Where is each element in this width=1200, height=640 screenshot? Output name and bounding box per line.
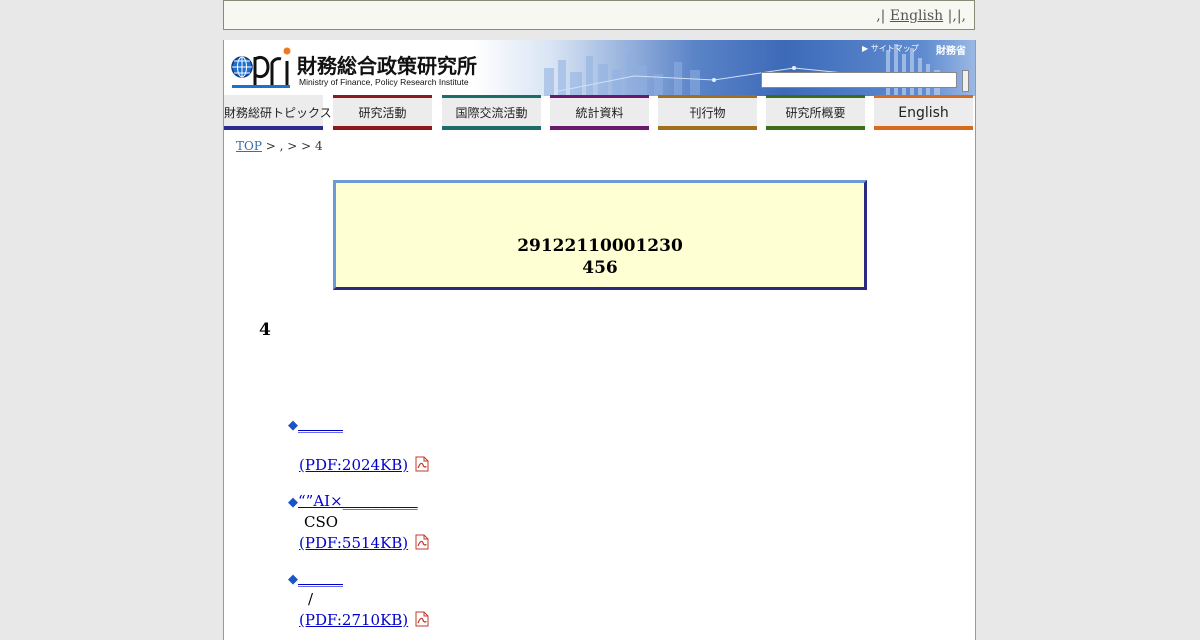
nav-item-bottom-bar <box>224 126 323 130</box>
list-item: ◆“”AI×__________ <box>288 492 418 510</box>
nav-item-label: 国際交流活動 <box>455 106 528 120</box>
notice-line-1: 29122110001230 <box>517 236 683 256</box>
diamond-bullet-icon: ◆ <box>288 495 298 510</box>
logo-japanese-text: 財務総合政策研究所 <box>297 54 477 78</box>
english-link[interactable]: English <box>890 8 943 24</box>
list-item: ◆______ <box>288 569 343 587</box>
pdf-icon[interactable] <box>414 611 430 627</box>
nav-item-research[interactable]: 研究活動 <box>333 95 432 130</box>
nav-item-bottom-bar <box>658 126 757 130</box>
nav-item-statistics[interactable]: 統計資料 <box>550 95 649 130</box>
breadcrumb-trail: > , > > 4 <box>261 139 323 153</box>
nav-item-label: 財務総研トピックス <box>224 106 332 120</box>
nav-item-publications[interactable]: 刊行物 <box>658 95 757 130</box>
pdf-download: (PDF:5514KB) <box>299 534 430 552</box>
section-heading: 4 <box>259 320 271 340</box>
nav-item-topics[interactable]: 財務総研トピックス <box>224 95 332 130</box>
nav-item-label: 研究活動 <box>358 106 407 120</box>
nav-item-top-bar <box>442 95 541 98</box>
nav-item-top-bar <box>874 95 973 98</box>
item-title-link[interactable]: ______ <box>298 569 343 587</box>
diamond-bullet-icon: ◆ <box>288 418 298 433</box>
pdf-download-link[interactable]: (PDF:5514KB) <box>299 534 408 552</box>
search-input[interactable] <box>761 72 957 88</box>
nav-item-about[interactable]: 研究所概要 <box>766 95 865 130</box>
item-subtext: / <box>308 590 314 608</box>
pdf-download-link[interactable]: (PDF:2024KB) <box>299 456 408 474</box>
main-nav: 財務総研トピックス 研究活動 国際交流活動 統計資料 刊行物 研究所概要 Eng… <box>224 95 975 130</box>
nav-item-top-bar <box>766 95 865 98</box>
mof-link[interactable]: 財務省 <box>936 42 966 57</box>
pdf-download: (PDF:2710KB) <box>299 611 430 629</box>
nav-item-bottom-bar <box>550 126 649 130</box>
topbar-prefix: ,| <box>876 8 886 24</box>
nav-item-bottom-bar <box>442 126 541 130</box>
item-title-link[interactable]: “”AI×__________ <box>298 492 418 510</box>
top-utility-bar: ,| English |,|, <box>223 0 975 30</box>
nav-item-label: 研究所概要 <box>785 106 846 120</box>
nav-item-bottom-bar <box>333 126 432 130</box>
notice-line-2: 456 <box>582 258 618 278</box>
diamond-bullet-icon: ◆ <box>288 572 298 587</box>
pdf-download-link[interactable]: (PDF:2710KB) <box>299 611 408 629</box>
notice-box: 29122110001230 456 <box>333 180 867 290</box>
nav-item-top-bar <box>658 95 757 98</box>
nav-item-label: 刊行物 <box>689 106 726 120</box>
nav-item-international[interactable]: 国際交流活動 <box>442 95 541 130</box>
breadcrumb: TOP > , > > 4 <box>236 139 323 153</box>
nav-item-bottom-bar <box>874 126 973 130</box>
item-title-link[interactable]: ______ <box>298 415 343 433</box>
nav-item-label: English <box>898 105 949 121</box>
header-banner: 財務総合政策研究所 Ministry of Finance, Policy Re… <box>224 40 975 96</box>
pdf-download: (PDF:2024KB) <box>299 456 430 474</box>
topbar-suffix: |,|, <box>947 8 966 24</box>
page-frame: 財務総合政策研究所 Ministry of Finance, Policy Re… <box>223 40 976 640</box>
pdf-icon[interactable] <box>414 534 430 550</box>
nav-item-top-bar <box>333 95 432 98</box>
sitemap-link[interactable]: ▶ サイトマップ <box>862 43 919 54</box>
nav-item-label: 統計資料 <box>575 106 624 120</box>
nav-item-english[interactable]: English <box>874 95 973 130</box>
nav-item-bottom-bar <box>766 126 865 130</box>
list-item: ◆______ <box>288 415 343 433</box>
breadcrumb-top-link[interactable]: TOP <box>236 139 262 153</box>
pdf-icon[interactable] <box>414 456 430 472</box>
nav-item-top-bar <box>550 95 649 98</box>
search-button[interactable] <box>962 70 969 92</box>
nav-item-top-bar <box>224 95 323 98</box>
item-subtext: CSO <box>304 513 339 531</box>
pri-logo-icon[interactable] <box>230 43 292 89</box>
logo-english-text: Ministry of Finance, Policy Research Ins… <box>299 77 469 87</box>
